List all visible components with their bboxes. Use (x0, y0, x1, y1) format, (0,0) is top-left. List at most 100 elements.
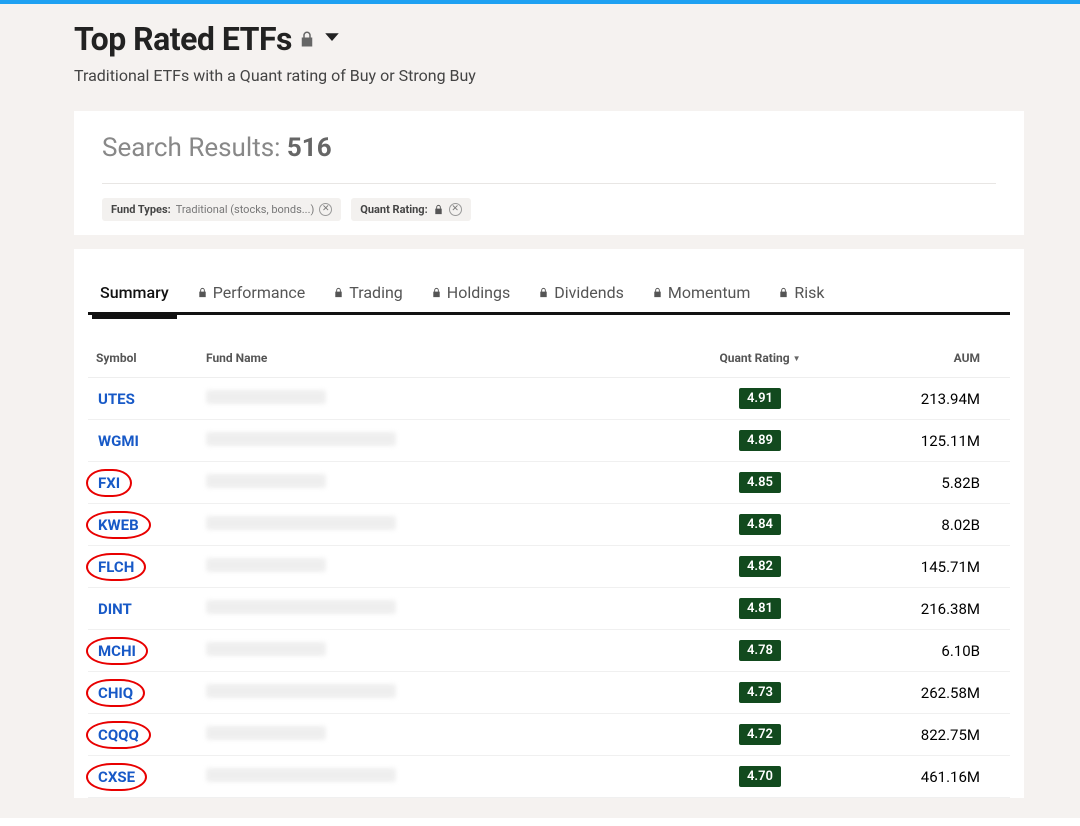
table-row: CHIQ 4.73 262.58M (88, 672, 1010, 714)
divider (102, 183, 996, 184)
tab-label: Dividends (554, 283, 624, 302)
cell-symbol: KWEB (88, 504, 198, 546)
cell-aum: 6.10B (850, 630, 1010, 672)
tab-label: Summary (100, 283, 169, 302)
cell-fund-name (198, 462, 670, 504)
lock-icon (652, 287, 663, 298)
table-row: FXI 4.85 5.82B (88, 462, 1010, 504)
cell-fund-name (198, 672, 670, 714)
tab-label: Risk (794, 283, 824, 302)
symbol-link[interactable]: FXI (96, 473, 122, 493)
cell-symbol: FLCH (88, 546, 198, 588)
cell-aum: 262.58M (850, 672, 1010, 714)
cell-quant-rating: 4.85 (670, 462, 850, 504)
tab-trading[interactable]: Trading (329, 277, 407, 312)
symbol-link[interactable]: UTES (96, 389, 137, 409)
blurred-fund-name (206, 516, 396, 530)
search-results-label: Search Results: (102, 133, 287, 163)
close-icon[interactable]: ✕ (449, 203, 462, 216)
chevron-down-icon[interactable] (322, 27, 342, 51)
cell-quant-rating: 4.78 (670, 630, 850, 672)
lock-icon (298, 30, 316, 48)
tab-momentum[interactable]: Momentum (648, 277, 755, 312)
cell-aum: 145.71M (850, 546, 1010, 588)
lock-icon (333, 287, 344, 298)
symbol-link[interactable]: MCHI (96, 641, 138, 661)
search-results-count: 516 (287, 133, 332, 163)
quant-rating-badge: 4.78 (739, 640, 781, 661)
table-row: FLCH 4.82145.71M (88, 546, 1010, 588)
table-row: UTES4.91213.94M (88, 378, 1010, 420)
tab-label: Holdings (447, 283, 510, 302)
symbol-link[interactable]: CQQQ (96, 725, 141, 745)
quant-rating-badge: 4.73 (739, 682, 781, 703)
symbol-link[interactable]: FLCH (96, 557, 136, 577)
quant-rating-badge: 4.89 (739, 430, 781, 451)
page-subtitle: Traditional ETFs with a Quant rating of … (74, 66, 1020, 85)
cell-fund-name (198, 588, 670, 630)
tab-label: Performance (213, 283, 306, 302)
cell-symbol: WGMI (88, 420, 198, 462)
cell-symbol: CQQQ (88, 714, 198, 756)
cell-quant-rating: 4.89 (670, 420, 850, 462)
blurred-fund-name (206, 432, 396, 446)
cell-symbol: DINT (88, 588, 198, 630)
quant-rating-badge: 4.72 (739, 724, 781, 745)
cell-aum: 822.75M (850, 714, 1010, 756)
tab-summary[interactable]: Summary (96, 277, 173, 312)
lock-icon (538, 287, 549, 298)
cell-aum: 461.16M (850, 756, 1010, 798)
tab-holdings[interactable]: Holdings (427, 277, 514, 312)
symbol-link[interactable]: WGMI (96, 431, 141, 451)
filter-chip-fund-types[interactable]: Fund Types: Traditional (stocks, bonds..… (102, 198, 341, 221)
cell-quant-rating: 4.72 (670, 714, 850, 756)
blurred-fund-name (206, 600, 396, 614)
symbol-link[interactable]: CHIQ (96, 683, 135, 703)
col-quant-rating[interactable]: Quant Rating▼ (670, 339, 850, 378)
page-body: Top Rated ETFs Traditional ETFs with a Q… (0, 4, 1080, 818)
cell-fund-name (198, 546, 670, 588)
symbol-link[interactable]: CXSE (96, 767, 137, 787)
filter-chip-quant-rating[interactable]: Quant Rating: ✕ (351, 198, 470, 221)
blurred-fund-name (206, 642, 326, 656)
quant-rating-badge: 4.81 (739, 598, 781, 619)
results-card: Summary Performance Trading Holdings Div… (74, 249, 1024, 798)
cell-fund-name (198, 756, 670, 798)
col-aum[interactable]: AUM (850, 339, 1010, 378)
chip-label: Quant Rating: (360, 203, 427, 216)
chip-value: Traditional (stocks, bonds...) (176, 203, 315, 216)
cell-quant-rating: 4.82 (670, 546, 850, 588)
quant-rating-badge: 4.70 (739, 766, 781, 787)
sort-desc-icon: ▼ (793, 354, 801, 363)
blurred-fund-name (206, 684, 396, 698)
quant-rating-badge: 4.84 (739, 514, 781, 535)
filter-chips: Fund Types: Traditional (stocks, bonds..… (102, 198, 996, 221)
table-row: MCHI 4.78 6.10B (88, 630, 1010, 672)
cell-quant-rating: 4.81 (670, 588, 850, 630)
blurred-fund-name (206, 390, 326, 404)
cell-fund-name (198, 420, 670, 462)
cell-quant-rating: 4.84 (670, 504, 850, 546)
table-row: DINT4.81216.38M (88, 588, 1010, 630)
table-row: WGMI4.89125.11M (88, 420, 1010, 462)
symbol-link[interactable]: DINT (96, 599, 134, 619)
cell-symbol: MCHI (88, 630, 198, 672)
cell-aum: 5.82B (850, 462, 1010, 504)
blurred-fund-name (206, 726, 326, 740)
quant-rating-badge: 4.85 (739, 472, 781, 493)
lock-icon (197, 287, 208, 298)
cell-fund-name (198, 630, 670, 672)
tab-dividends[interactable]: Dividends (534, 277, 628, 312)
col-symbol[interactable]: Symbol (88, 339, 198, 378)
table-row: CXSE 4.70 461.16M (88, 756, 1010, 798)
close-icon[interactable]: ✕ (319, 203, 332, 216)
table-header-row: Symbol Fund Name Quant Rating▼ AUM (88, 339, 1010, 378)
quant-rating-badge: 4.91 (739, 388, 781, 409)
lock-icon (431, 287, 442, 298)
col-fund-name[interactable]: Fund Name (198, 339, 670, 378)
tab-performance[interactable]: Performance (193, 277, 310, 312)
tab-risk[interactable]: Risk (774, 277, 828, 312)
cell-fund-name (198, 504, 670, 546)
symbol-link[interactable]: KWEB (96, 515, 141, 535)
cell-quant-rating: 4.91 (670, 378, 850, 420)
